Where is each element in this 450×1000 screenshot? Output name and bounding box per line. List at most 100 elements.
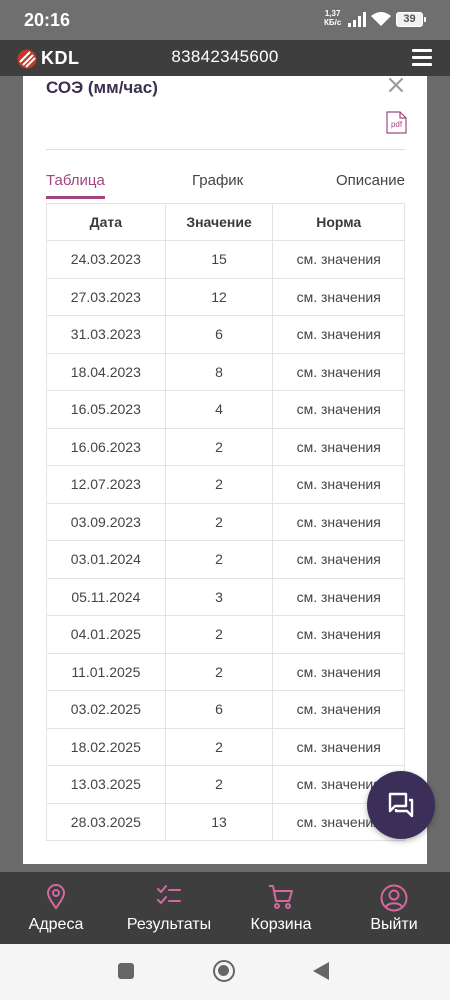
cell-date: 03.09.2023 <box>46 502 166 541</box>
table-row: 18.04.2023 8 см. значения <box>46 352 405 391</box>
cell-norm: см. значения <box>272 352 405 391</box>
cell-date: 16.06.2023 <box>46 427 166 466</box>
table-row: 05.11.2024 3 см. значения <box>46 577 405 616</box>
network-speed-unit: КБ/с <box>324 18 342 27</box>
cell-value: 3 <box>164 577 274 616</box>
table-row: 31.03.2023 6 см. значения <box>46 315 405 354</box>
column-header-date: Дата <box>46 203 166 241</box>
network-speed: 1,37 КБ/с <box>324 9 341 27</box>
cell-norm: см. значения <box>272 727 405 766</box>
app-header: KDL 83842345600 <box>0 40 450 76</box>
table-row: 16.05.2023 4 см. значения <box>46 390 405 429</box>
result-modal: СОЭ (мм/час) pdf Таблица График Описание… <box>23 76 427 864</box>
table-row: 12.07.2023 2 см. значения <box>46 465 405 504</box>
nav-item-logout[interactable]: Выйти <box>338 872 450 944</box>
table-row: 24.03.2023 15 см. значения <box>46 240 405 279</box>
cell-date: 28.03.2025 <box>46 802 166 841</box>
user-icon <box>380 884 408 912</box>
cell-value: 2 <box>164 615 274 654</box>
nav-item-addresses[interactable]: Адреса <box>0 872 112 944</box>
hamburger-menu-icon[interactable] <box>412 49 432 66</box>
results-table: Дата Значение Норма 24.03.2023 15 см. знач… <box>46 203 405 841</box>
cell-norm: см. значения <box>272 390 405 429</box>
bottom-navigation: Адреса Результаты Корзина Выйти <box>0 872 450 944</box>
table-row: 27.03.2023 12 см. значения <box>46 277 405 316</box>
divider <box>46 149 405 150</box>
cell-value: 2 <box>164 727 274 766</box>
cell-value: 2 <box>164 465 274 504</box>
cell-norm: см. значения <box>272 652 405 691</box>
modal-title: СОЭ (мм/час) <box>46 78 158 97</box>
cell-norm: см. значения <box>272 502 405 541</box>
cell-date: 12.07.2023 <box>46 465 166 504</box>
cell-value: 4 <box>164 390 274 429</box>
cart-icon <box>269 885 293 909</box>
status-bar: 20:16 1,37 КБ/с 39 <box>0 0 450 40</box>
cell-norm: см. значения <box>272 315 405 354</box>
cell-date: 04.01.2025 <box>46 615 166 654</box>
table-row: 04.01.2025 2 см. значения <box>46 615 405 654</box>
cell-date: 18.04.2023 <box>46 352 166 391</box>
cell-norm: см. значения <box>272 577 405 616</box>
table-row: 28.03.2025 13 см. значения <box>46 802 405 841</box>
cell-value: 2 <box>164 502 274 541</box>
table-row: 03.02.2025 6 см. значения <box>46 690 405 729</box>
cell-date: 03.02.2025 <box>46 690 166 729</box>
wifi-icon <box>371 12 391 26</box>
nav-item-results[interactable]: Результаты <box>113 872 225 944</box>
nav-label-cart: Корзина <box>250 916 312 933</box>
recent-apps-icon[interactable] <box>118 963 134 979</box>
phone-number-link[interactable]: 83842345600 <box>0 47 450 67</box>
system-navigation-bar <box>0 944 450 1000</box>
cell-value: 2 <box>164 427 274 466</box>
back-icon[interactable] <box>313 962 329 980</box>
cell-value: 6 <box>164 690 274 729</box>
cell-value: 2 <box>164 765 274 804</box>
table-row: 18.02.2025 2 см. значения <box>46 727 405 766</box>
nav-label-results: Результаты <box>126 916 212 933</box>
chat-button[interactable] <box>367 771 435 839</box>
pdf-download-button[interactable]: pdf <box>386 111 407 134</box>
cell-date: 16.05.2023 <box>46 390 166 429</box>
tabs: Таблица График Описание <box>46 172 405 202</box>
cell-value: 2 <box>164 540 274 579</box>
close-icon[interactable] <box>387 76 405 94</box>
cell-norm: см. значения <box>272 615 405 654</box>
column-header-value: Значение <box>164 203 274 241</box>
cell-date: 03.01.2024 <box>46 540 166 579</box>
cell-date: 18.02.2025 <box>46 727 166 766</box>
cell-date: 31.03.2023 <box>46 315 166 354</box>
battery-indicator: 39 <box>396 12 426 27</box>
location-pin-icon <box>46 884 66 910</box>
home-icon[interactable] <box>213 960 235 982</box>
status-time: 20:16 <box>24 10 71 30</box>
cell-value: 6 <box>164 315 274 354</box>
nav-label-logout: Выйти <box>370 916 418 933</box>
table-row: 03.01.2024 2 см. значения <box>46 540 405 579</box>
cell-value: 12 <box>164 277 274 316</box>
table-row: 11.01.2025 2 см. значения <box>46 652 405 691</box>
table-row: 03.09.2023 2 см. значения <box>46 502 405 541</box>
cell-date: 24.03.2023 <box>46 240 166 279</box>
signal-icon <box>348 12 366 27</box>
cell-norm: см. значения <box>272 427 405 466</box>
nav-item-cart[interactable]: Корзина <box>225 872 337 944</box>
tab-description[interactable]: Описание <box>336 172 405 189</box>
tab-table[interactable]: Таблица <box>46 172 105 189</box>
network-speed-value: 1,37 <box>324 9 341 18</box>
cell-value: 2 <box>164 652 274 691</box>
table-row: 13.03.2025 2 см. значения <box>46 765 405 804</box>
active-tab-indicator <box>46 196 105 199</box>
tab-graph[interactable]: График <box>192 172 243 189</box>
chat-icon <box>388 792 414 818</box>
pdf-label: pdf <box>390 120 403 129</box>
cell-date: 13.03.2025 <box>46 765 166 804</box>
cell-value: 8 <box>164 352 274 391</box>
table-header-row: Дата Значение Норма <box>46 203 405 241</box>
cell-norm: см. значения <box>272 277 405 316</box>
table-row: 16.06.2023 2 см. значения <box>46 427 405 466</box>
cell-norm: см. значения <box>272 240 405 279</box>
cell-date: 05.11.2024 <box>46 577 166 616</box>
nav-label-addresses: Адреса <box>28 916 84 933</box>
cell-value: 15 <box>164 240 274 279</box>
